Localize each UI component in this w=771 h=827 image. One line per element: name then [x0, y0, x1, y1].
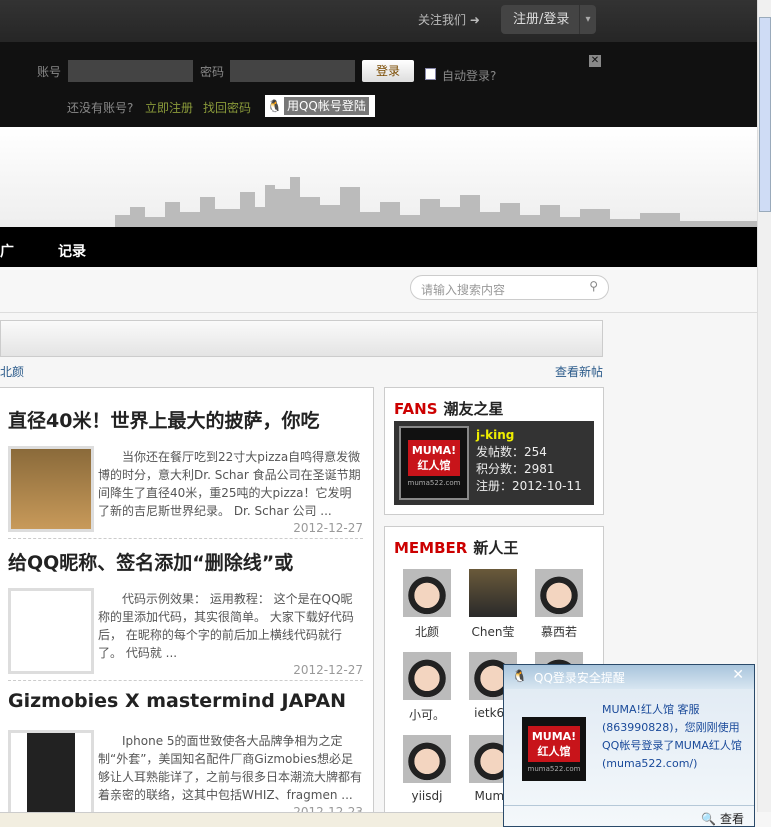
article-excerpt: 当你还在餐厅吃到22寸大pizza自鸣得意发微博的时分，意大利Dr. Schar…	[98, 450, 361, 518]
login-panel: 账号 密码 登录 自动登录? ✕ 还没有账号? 立即注册 找回密码 🐧 用QQ帐号…	[0, 42, 757, 127]
fan-name[interactable]: j-king	[476, 427, 582, 444]
member-item[interactable]: yiisdj	[397, 735, 457, 803]
register-login-label: 注册/登录	[513, 12, 570, 27]
member-item[interactable]: 北颜	[397, 569, 457, 640]
fan-points: 积分数：2981	[476, 462, 555, 476]
article-thumbnail[interactable]	[8, 730, 94, 816]
member-heading: MEMBER 新人王	[385, 527, 603, 558]
article-date: 2012-12-27	[293, 521, 363, 535]
close-icon[interactable]: ✕	[732, 667, 744, 683]
chevron-down-icon[interactable]: ▾	[579, 5, 596, 34]
password-label: 密码	[200, 65, 225, 79]
avatar	[403, 735, 451, 783]
fan-posts: 发帖数：254	[476, 445, 547, 459]
avatar	[469, 569, 517, 617]
article-title[interactable]: 给QQ昵称、签名添加“删除线”或	[8, 548, 363, 575]
auto-login-checkbox[interactable]	[425, 68, 436, 80]
search-input[interactable]: 请输入搜索内容 ⚲	[410, 275, 609, 300]
top-bar: 关注我们 ➜ 注册/登录 ▾	[0, 0, 757, 42]
member-en: MEMBER	[394, 539, 468, 557]
article-item[interactable]: 给QQ昵称、签名添加“删除线”或 代码示例效果： 运用教程： 这个是在QQ昵称的…	[8, 548, 363, 677]
member-item[interactable]: Chen莹	[463, 569, 523, 640]
search-bar-area: 请输入搜索内容 ⚲	[0, 267, 757, 313]
scrollbar[interactable]	[757, 0, 771, 812]
register-login-button[interactable]: 注册/登录 ▾	[501, 5, 596, 34]
no-account-text: 还没有账号?	[67, 101, 134, 115]
nav-item-records[interactable]: 记录	[58, 241, 86, 261]
divider	[8, 538, 363, 539]
qq-login-button[interactable]: 🐧 用QQ帐号登陆	[265, 95, 375, 117]
divider	[8, 680, 363, 681]
article-list: 直径40米！世界上最大的披萨，你吃 当你还在餐厅吃到22寸大pizza自鸣得意发…	[0, 387, 374, 827]
nav-item[interactable]: 广	[0, 241, 14, 261]
muma-logo: MUMA! 红人馆 muma522.com	[399, 426, 469, 500]
popup-title-bar: 🐧 QQ登录安全提醒 ✕	[504, 665, 754, 689]
follow-us-link[interactable]: 关注我们 ➜	[418, 11, 480, 28]
article-item[interactable]: 直径40米！世界上最大的披萨，你吃 当你还在餐厅吃到22寸大pizza自鸣得意发…	[8, 406, 363, 535]
qq-penguin-icon: 🐧	[512, 669, 527, 683]
qq-penguin-icon: 🐧	[267, 99, 282, 113]
status-bar	[0, 812, 503, 827]
member-title: 新人王	[473, 539, 519, 557]
auto-login-label: 自动登录?	[442, 69, 497, 83]
fans-heading: FANS 潮友之星	[385, 388, 603, 419]
article-excerpt: Iphone 5的面世致使各大品牌争相为之定制“外套”，美国知名配件厂商Gizm…	[98, 734, 363, 802]
article-thumbnail[interactable]	[8, 588, 94, 674]
skyline-icon	[115, 177, 757, 227]
fan-registered: 注册：2012-10-11	[476, 479, 582, 493]
close-icon[interactable]: ✕	[589, 55, 601, 67]
notice-bar	[0, 320, 603, 357]
fans-box: FANS 潮友之星 MUMA! 红人馆 muma522.com j-king 发帖数：…	[384, 387, 604, 515]
search-icon[interactable]: ⚲	[589, 279, 598, 293]
popup-title: QQ登录安全提醒	[534, 671, 625, 685]
register-now-link[interactable]: 立即注册	[145, 99, 193, 116]
article-date: 2012-12-27	[293, 663, 363, 677]
member-item[interactable]: 小可。	[397, 652, 457, 723]
muma-logo: MUMA! 红人馆 muma522.com	[522, 717, 586, 781]
password-input[interactable]	[230, 60, 355, 82]
article-item[interactable]: Gizmobies X mastermind JAPAN Iphone 5的面世…	[8, 690, 363, 819]
avatar	[535, 569, 583, 617]
article-title[interactable]: 直径40米！世界上最大的披萨，你吃	[8, 406, 363, 433]
user-link[interactable]: 北颜	[0, 363, 24, 380]
avatar	[403, 652, 451, 700]
fan-card[interactable]: MUMA! 红人馆 muma522.com j-king 发帖数：254 积分数：2…	[394, 421, 594, 505]
view-new-posts-link[interactable]: 查看新帖	[555, 363, 603, 380]
popup-message: MUMA!红人馆 客服(863990828)，您刚刚使用QQ帐号登录了MUMA红…	[602, 703, 742, 770]
qq-login-label: 用QQ帐号登陆	[283, 97, 369, 115]
article-excerpt: 代码示例效果： 运用教程： 这个是在QQ昵称的里添加代码，其实很简单。 大家下载…	[98, 592, 354, 660]
article-title[interactable]: Gizmobies X mastermind JAPAN	[8, 690, 363, 712]
article-thumbnail[interactable]	[8, 446, 94, 532]
member-item[interactable]: 慕西若	[529, 569, 589, 640]
fans-en: FANS	[394, 400, 438, 418]
view-button[interactable]: 🔍 查看	[701, 810, 744, 827]
main-nav: 广 记录	[0, 227, 757, 267]
recover-password-link[interactable]: 找回密码	[203, 99, 251, 116]
scrollbar-thumb[interactable]	[759, 17, 771, 212]
account-input[interactable]	[68, 60, 193, 82]
qq-security-popup: 🐧 QQ登录安全提醒 ✕ MUMA! 红人馆 muma522.com MUMA!红人馆 …	[503, 664, 755, 827]
fans-title: 潮友之星	[443, 400, 504, 418]
search-placeholder: 请输入搜索内容	[421, 283, 506, 297]
magnifier-icon: 🔍	[701, 812, 717, 826]
login-button[interactable]: 登录	[362, 60, 414, 82]
avatar	[403, 569, 451, 617]
account-label: 账号	[37, 65, 62, 79]
banner	[0, 127, 757, 227]
